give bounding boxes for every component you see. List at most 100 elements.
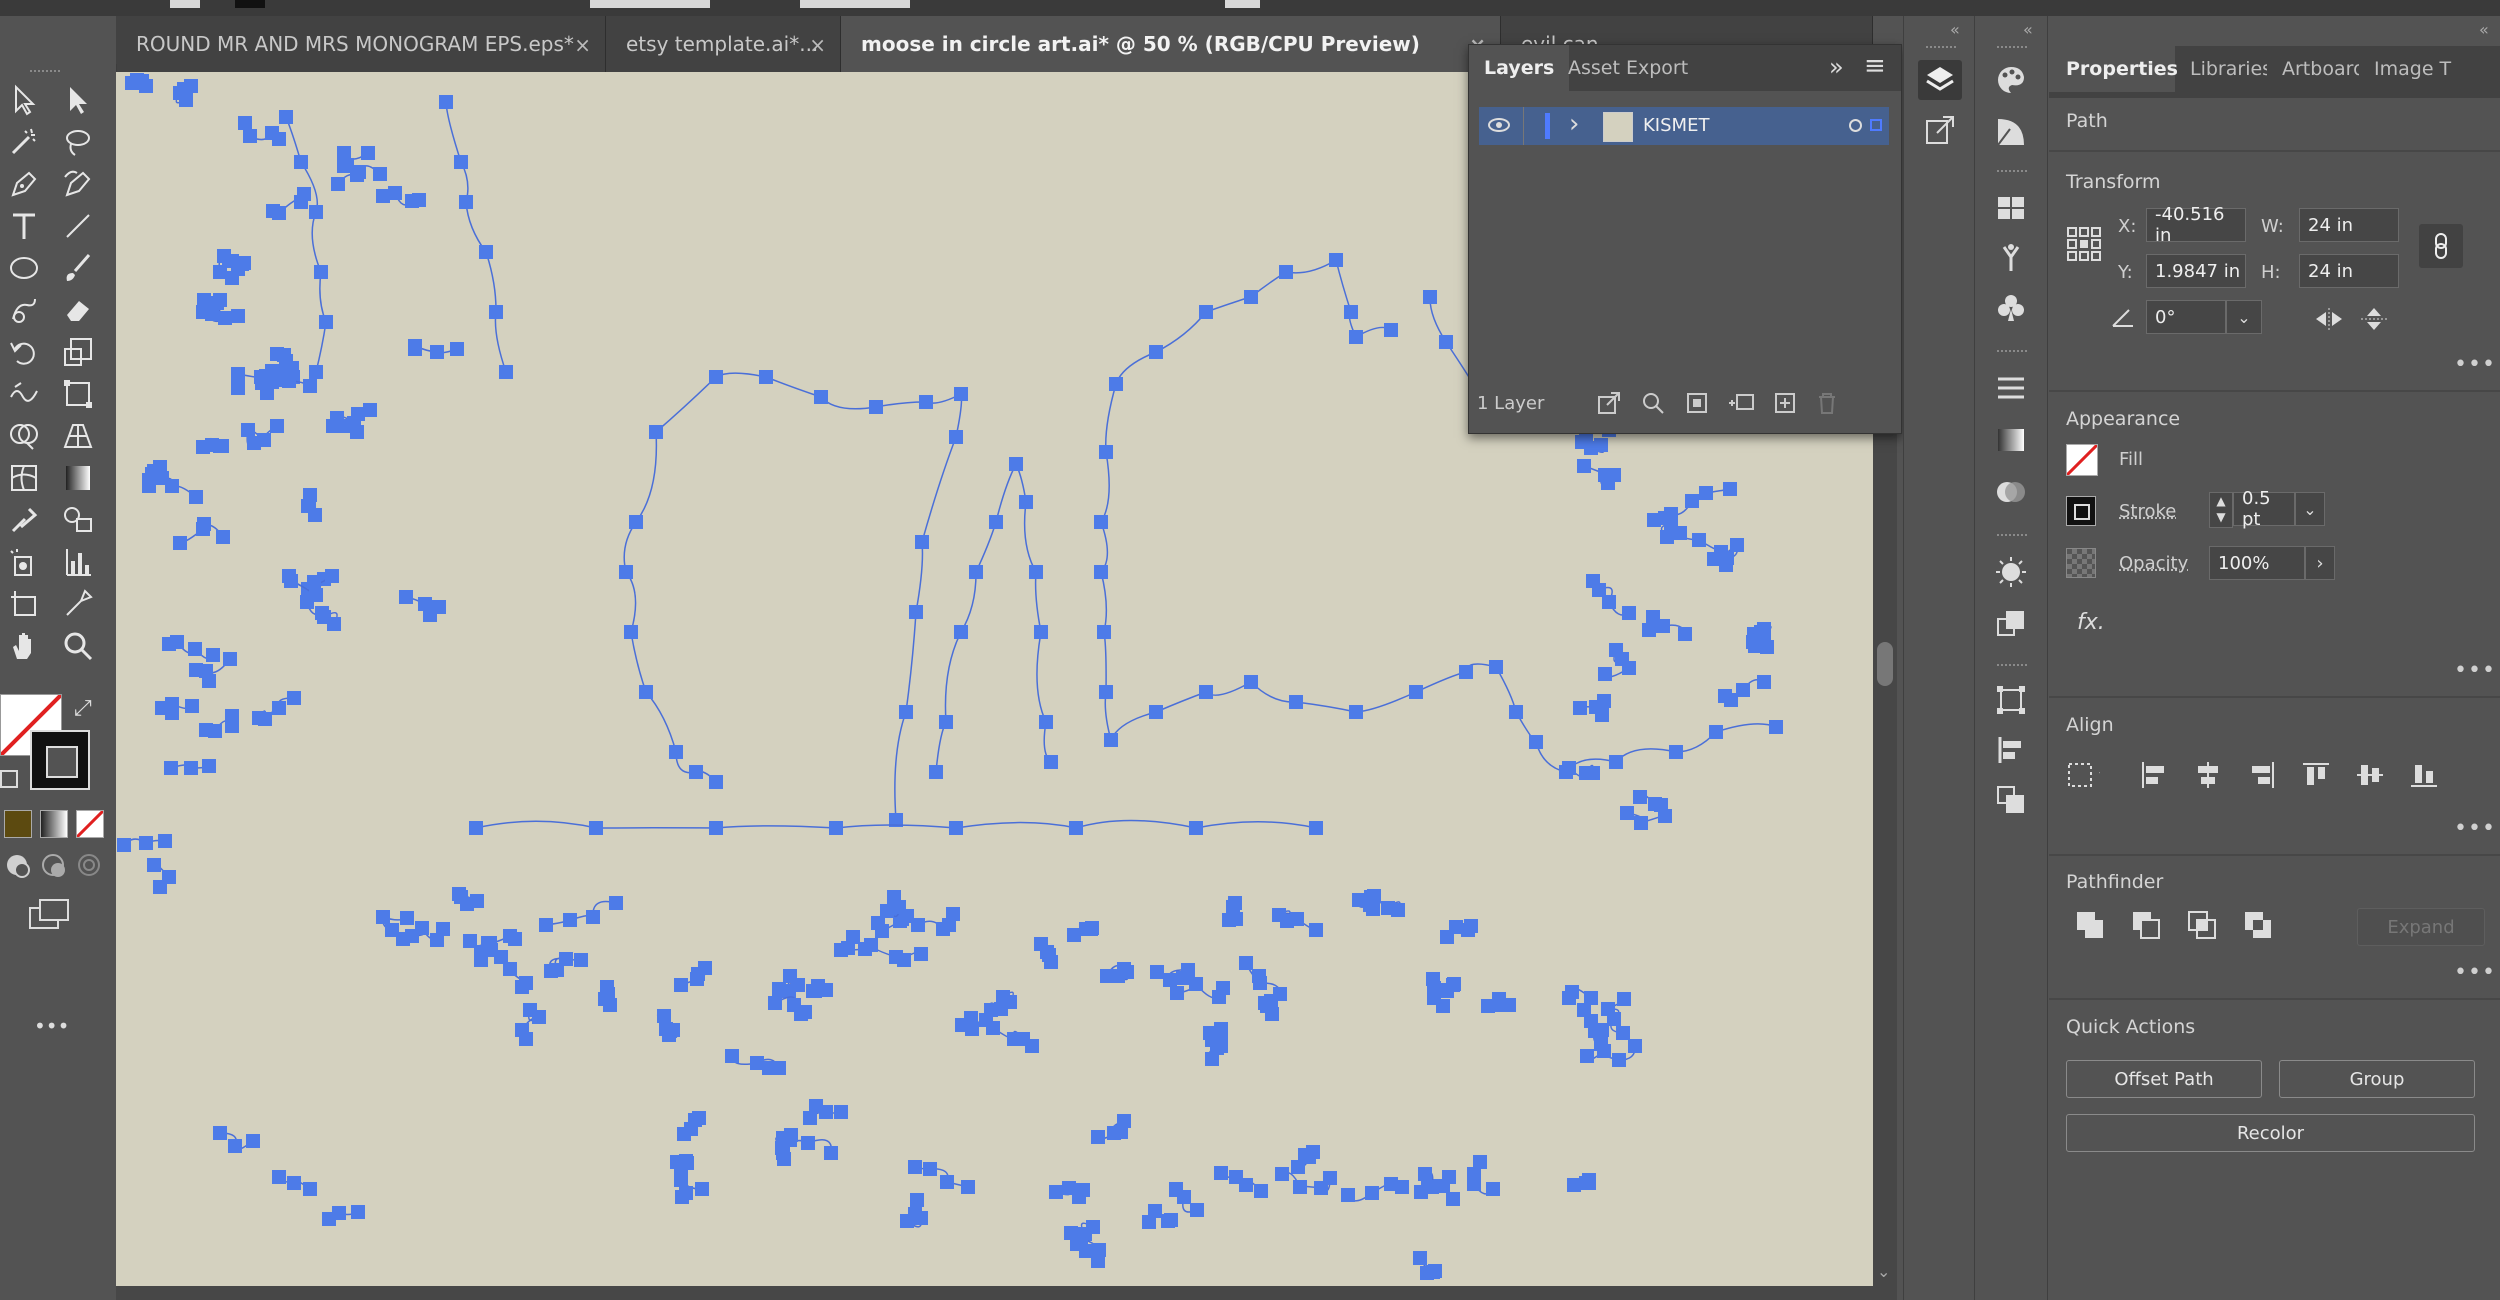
perspective-grid-tool-icon[interactable] (58, 416, 98, 456)
tab-image-trace[interactable]: Image T (2359, 46, 2479, 92)
anchor-point[interactable] (1529, 735, 1543, 749)
anchor-point[interactable] (1436, 1179, 1450, 1193)
anchor-point[interactable] (1718, 689, 1732, 703)
anchor-point[interactable] (1678, 627, 1692, 641)
anchor-point[interactable] (1019, 495, 1033, 509)
anchor-point[interactable] (272, 701, 286, 715)
width-field[interactable]: 24 in (2299, 208, 2399, 242)
anchor-point[interactable] (1216, 981, 1230, 995)
anchor-point[interactable] (914, 947, 928, 961)
anchor-point[interactable] (199, 304, 213, 318)
anchor-point[interactable] (946, 907, 960, 921)
anchor-point[interactable] (1039, 715, 1053, 729)
fill-swatch-icon[interactable] (170, 0, 200, 8)
anchor-point[interactable] (1291, 1160, 1305, 1174)
anchor-point[interactable] (1439, 335, 1453, 349)
anchor-point[interactable] (1418, 1167, 1432, 1181)
screen-mode-icon[interactable] (28, 896, 72, 932)
expand-button[interactable]: Expand (2357, 908, 2485, 946)
anchor-point[interactable] (1091, 1130, 1105, 1144)
anchor-point[interactable] (1366, 902, 1380, 916)
anchor-point[interactable] (139, 836, 153, 850)
ellipse-tool-icon[interactable] (4, 248, 44, 288)
reference-point-icon[interactable] (2066, 226, 2102, 262)
anchor-point[interactable] (1239, 956, 1253, 970)
anchor-point[interactable] (459, 195, 473, 209)
anchor-point[interactable] (164, 761, 178, 775)
anchor-point[interactable] (376, 910, 390, 924)
group-button[interactable]: Group (2279, 1060, 2475, 1098)
anchor-point[interactable] (624, 625, 638, 639)
anchor-point[interactable] (709, 370, 723, 384)
anchor-point[interactable] (829, 821, 843, 835)
anchor-point[interactable] (330, 411, 344, 425)
anchor-point[interactable] (188, 642, 202, 656)
color-panel-icon[interactable] (1989, 60, 2033, 100)
anchor-point[interactable] (1565, 985, 1579, 999)
anchor-point[interactable] (327, 617, 341, 631)
anchor-point[interactable] (1612, 1053, 1626, 1067)
transparency-panel-icon[interactable] (1989, 472, 2033, 512)
anchor-point[interactable] (158, 834, 172, 848)
anchor-point[interactable] (1692, 533, 1706, 547)
anchor-point[interactable] (1309, 923, 1323, 937)
anchor-point[interactable] (1616, 1026, 1630, 1040)
stroke-weight-field[interactable]: 0.5 pt (2233, 488, 2295, 530)
anchor-point[interactable] (1049, 1185, 1063, 1199)
close-icon[interactable]: × (809, 33, 826, 57)
vector-path[interactable] (623, 431, 717, 783)
anchor-point[interactable] (430, 345, 444, 359)
anchor-point[interactable] (759, 370, 773, 384)
anchor-point[interactable] (1239, 1178, 1253, 1192)
anchor-point[interactable] (228, 1139, 242, 1153)
anchor-point[interactable] (1177, 1190, 1191, 1204)
anchor-point[interactable] (1163, 973, 1177, 987)
anchor-point[interactable] (508, 932, 522, 946)
anchor-point[interactable] (1609, 643, 1623, 657)
lock-column[interactable] (1523, 107, 1524, 145)
anchor-point[interactable] (1275, 1167, 1289, 1181)
vector-path[interactable] (1110, 663, 1497, 741)
anchor-point[interactable] (1699, 486, 1713, 500)
anchor-point[interactable] (241, 423, 255, 437)
anchor-point[interactable] (1190, 1203, 1204, 1217)
edit-toolbar-icon[interactable]: ••• (34, 1014, 69, 1038)
anchor-point[interactable] (185, 699, 199, 713)
anchor-point[interactable] (1029, 565, 1043, 579)
anchor-point[interactable] (1025, 1039, 1039, 1053)
anchor-point[interactable] (1413, 1251, 1427, 1265)
anchor-point[interactable] (1349, 705, 1363, 719)
stroke-stepper-icon[interactable]: ▲ ▼ (2209, 492, 2233, 528)
anchor-point[interactable] (279, 110, 293, 124)
anchor-point[interactable] (199, 664, 213, 678)
align-bottom-icon[interactable] (2407, 758, 2441, 792)
anchor-point[interactable] (1189, 977, 1203, 991)
anchor-point[interactable] (1199, 305, 1213, 319)
anchor-point[interactable] (1161, 1214, 1175, 1228)
vector-path[interactable] (655, 372, 963, 821)
swap-fill-stroke-icon[interactable]: ⤢ (74, 696, 92, 721)
flip-horizontal-icon[interactable] (2314, 306, 2344, 332)
more-options-icon[interactable]: ••• (2454, 352, 2496, 377)
anchor-point[interactable] (1440, 984, 1454, 998)
anchor-point[interactable] (287, 691, 301, 705)
anchor-point[interactable] (986, 1021, 1000, 1035)
flip-vertical-icon[interactable] (2359, 306, 2389, 332)
align-horizontal-center-icon[interactable] (2191, 758, 2225, 792)
anchor-point[interactable] (147, 858, 161, 872)
anchor-point[interactable] (415, 921, 429, 935)
anchor-point[interactable] (1279, 265, 1293, 279)
align-left-icon[interactable] (2137, 758, 2171, 792)
anchor-point[interactable] (1109, 377, 1123, 391)
anchor-point[interactable] (629, 515, 643, 529)
anchor-point[interactable] (325, 569, 339, 583)
anchor-point[interactable] (202, 759, 216, 773)
stroke-dropdown-icon[interactable]: ⌄ (2295, 492, 2325, 526)
layer-row[interactable]: › KISMET (1479, 107, 1889, 145)
align-top-icon[interactable] (2299, 758, 2333, 792)
anchor-point[interactable] (1329, 253, 1343, 267)
anchor-point[interactable] (1272, 908, 1286, 922)
anchor-point[interactable] (1003, 995, 1017, 1009)
anchor-point[interactable] (1577, 459, 1591, 473)
exclude-icon[interactable] (2241, 908, 2275, 942)
